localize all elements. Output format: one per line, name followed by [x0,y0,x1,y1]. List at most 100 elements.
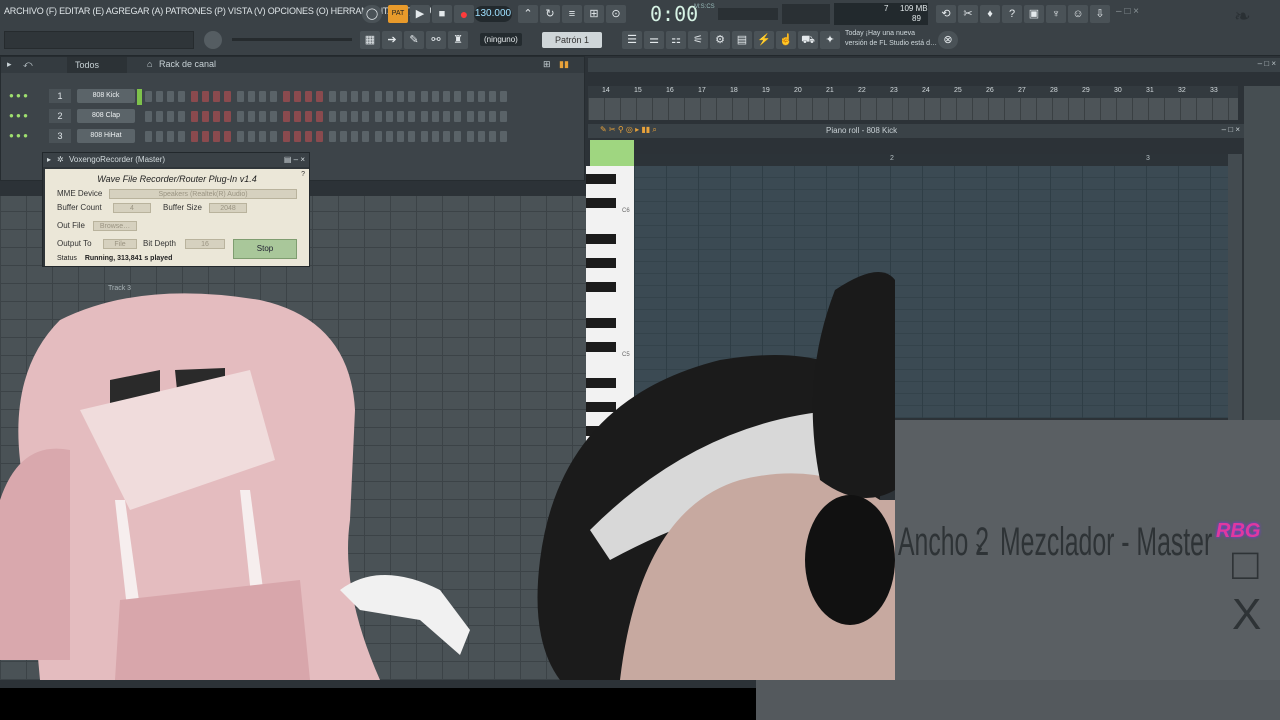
step-button[interactable] [294,131,301,142]
step-button[interactable] [478,131,485,142]
step-button[interactable] [329,91,336,102]
step-button[interactable] [362,131,369,142]
piano-roll-icon[interactable]: ⚏ [666,31,686,49]
news-panel[interactable]: Today ¡Hay una nueva versión de FL Studi… [845,29,937,49]
step-button[interactable] [408,131,415,142]
help-icon[interactable]: ? [1002,5,1022,23]
black-key[interactable] [586,174,616,184]
tempo-display[interactable]: 130.000 [474,6,512,22]
main-pitch-slider[interactable] [232,38,352,41]
channel-row[interactable]: ● ● ● 2 808 Clap [7,109,577,125]
channel-led-icon[interactable]: ● ● ● [9,91,28,100]
piano-roll-titlebar[interactable]: ✎ ✂ ⚲ ◎ ▸ ▮▮ ⌕ Piano roll - 808 Kick – □… [588,124,1244,138]
step-button[interactable] [224,91,231,102]
stop-button[interactable]: Stop [233,239,297,259]
plug-icon[interactable]: ⚡ [754,31,774,49]
main-volume-knob[interactable] [204,31,222,49]
channel-row[interactable]: ● ● ● 1 808 Kick [7,89,577,105]
stamp-icon[interactable]: ♜ [448,31,468,49]
step-button[interactable] [224,111,231,122]
step-button[interactable] [167,91,174,102]
step-button[interactable] [202,111,209,122]
piano-roll-corner[interactable] [590,140,634,166]
step-button[interactable] [270,91,277,102]
step-button[interactable] [305,91,312,102]
channel-led-icon[interactable]: ● ● ● [9,111,28,120]
step-button[interactable] [443,111,450,122]
step-button[interactable] [259,111,266,122]
step-button[interactable] [454,111,461,122]
step-button[interactable] [305,111,312,122]
recorder-help-icon[interactable]: ? [301,171,305,178]
mixer-window-controls[interactable]: □ X [1232,540,1280,640]
step-button[interactable] [237,111,244,122]
step-button[interactable] [478,91,485,102]
step-button[interactable] [351,111,358,122]
playlist-track-strip[interactable] [588,98,1238,120]
pattern-selector-hint[interactable]: (ninguno) [480,33,522,46]
step-button[interactable] [386,91,393,102]
channel-number[interactable]: 3 [49,129,71,143]
rack-menu-icon[interactable]: ▸ [7,59,12,70]
scissors-icon[interactable]: ✂ [958,5,978,23]
step-button[interactable] [397,131,404,142]
step-button[interactable] [248,131,255,142]
channel-select[interactable] [137,89,142,105]
arrow-icon[interactable]: ➔ [382,31,402,49]
output-to-select[interactable]: File [103,239,137,249]
pencil-icon[interactable]: ✎ [404,31,424,49]
step-button[interactable] [237,91,244,102]
step-button[interactable] [191,131,198,142]
plugin-icon[interactable]: ♆ [1046,5,1066,23]
metronome-icon[interactable]: ◯ [362,5,382,23]
step-button[interactable] [248,111,255,122]
mme-device-select[interactable]: Speakers (Realtek(R) Audio) [109,189,297,199]
step-button[interactable] [421,91,428,102]
step-button[interactable] [156,111,163,122]
step-button[interactable] [500,111,507,122]
step-button[interactable] [432,91,439,102]
browse-button[interactable]: Browse… [93,221,137,231]
cart-icon[interactable]: ⛟ [798,31,818,49]
step-button[interactable] [408,111,415,122]
plugin-gear-icon[interactable]: ✲ [57,153,64,167]
piano-roll-scrollbar[interactable] [1228,154,1242,420]
step-button[interactable] [489,131,496,142]
snap-icon[interactable]: ⌃ [518,5,538,23]
step-button[interactable] [224,131,231,142]
step-button[interactable] [270,111,277,122]
step-button[interactable] [156,131,163,142]
step-button[interactable] [362,91,369,102]
window-controls[interactable]: – □ × [1116,6,1139,17]
download-icon[interactable]: ⇩ [1090,5,1110,23]
playlist-icon[interactable]: ▦ [360,31,380,49]
blend-icon[interactable]: ⊞ [584,5,604,23]
step-button[interactable] [167,131,174,142]
step-button[interactable] [454,131,461,142]
recorder-window-controls[interactable]: ▤ – × [284,153,305,167]
step-button[interactable] [156,91,163,102]
step-button[interactable] [202,131,209,142]
rack-grid-icon[interactable]: ⊞ [543,59,551,70]
step-button[interactable] [408,91,415,102]
step-button[interactable] [375,91,382,102]
step-button[interactable] [329,131,336,142]
save-icon[interactable]: ▣ [1024,5,1044,23]
step-button[interactable] [167,111,174,122]
step-button[interactable] [316,91,323,102]
step-button[interactable] [443,91,450,102]
step-button[interactable] [454,91,461,102]
rack-filter[interactable]: Todos [67,57,127,73]
black-key[interactable] [586,234,616,244]
step-button[interactable] [443,131,450,142]
step-button[interactable] [283,111,290,122]
channel-name[interactable]: 808 HiHat [77,129,135,143]
rack-undo-icon[interactable]: ⤺ [23,59,33,70]
step-button[interactable] [259,91,266,102]
channel-number[interactable]: 1 [49,89,71,103]
touch-icon[interactable]: ☝ [776,31,796,49]
black-key[interactable] [586,198,616,208]
step-button[interactable] [375,131,382,142]
step-button[interactable] [213,131,220,142]
countdown-icon[interactable]: ⊙ [606,5,626,23]
